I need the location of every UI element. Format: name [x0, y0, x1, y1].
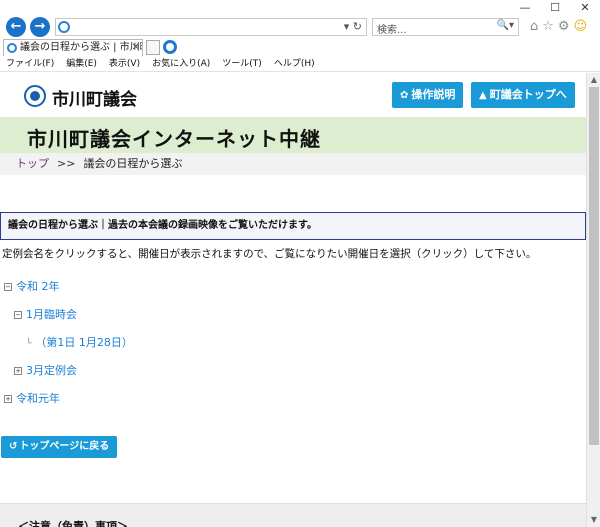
address-bar[interactable]: ▾ ↻ [55, 18, 367, 36]
maximize-button[interactable]: ☐ [540, 0, 570, 16]
expand-icon[interactable]: + [4, 395, 12, 403]
breadcrumb-current: 議会の日程から選ぶ [83, 157, 183, 170]
notice-section: ＜注意（免責）事項＞ [0, 503, 586, 527]
site-header: 市川町議会 ✿ 操作説明 ▲ 町議会トップへ [0, 73, 586, 117]
collapse-icon[interactable]: − [4, 283, 12, 291]
title-banner: 市川町議会インターネット中継 [0, 117, 586, 153]
tree-day-jan28[interactable]: └ （第1日 1月28日） [26, 334, 133, 350]
breadcrumb-home-link[interactable]: トップ [16, 157, 49, 170]
menu-file[interactable]: ファイル(F) [6, 56, 54, 71]
scroll-down-icon[interactable]: ▼ [587, 513, 600, 527]
tree-session-march-label: 3月定例会 [26, 364, 77, 377]
page-viewport: 市川町議会 ✿ 操作説明 ▲ 町議会トップへ 市川町議会インターネット中継 トップ >… [0, 73, 586, 527]
tree-session-january[interactable]: −1月臨時会 [14, 306, 77, 322]
site-name[interactable]: 市川町議会 [52, 85, 137, 110]
browser-tools: ⌂ ☆ ⚙ ☺ [530, 19, 587, 34]
tree-year-reiwa1[interactable]: + 令和元年 [4, 390, 60, 406]
banner-title: 市川町議会インターネット中継 [27, 127, 321, 151]
refresh-icon[interactable]: ▾ ↻ [344, 20, 362, 33]
tab-close-icon[interactable]: ✕ [132, 40, 140, 55]
gear-icon: ✿ [400, 90, 409, 101]
search-icon[interactable]: 🔍▾ [497, 20, 514, 31]
settings-gear-icon[interactable]: ⚙ [558, 19, 570, 34]
council-top-label: 町議会トップへ [489, 88, 567, 101]
back-arrow-icon[interactable]: ← [6, 17, 26, 37]
tree-day-jan28-label: （第1日 1月28日） [35, 336, 133, 349]
collapse-icon[interactable]: − [14, 311, 22, 319]
expand-icon[interactable]: + [14, 367, 22, 375]
tree-year-reiwa2[interactable]: − 令和 2年 [4, 278, 60, 294]
search-placeholder: 検索... [377, 25, 407, 36]
menu-view[interactable]: 表示(V) [109, 56, 140, 71]
minimize-button[interactable]: — [510, 0, 540, 16]
tree-branch-icon: └ [26, 339, 32, 349]
breadcrumb-separator: >> [57, 157, 76, 170]
search-box[interactable]: 検索... 🔍▾ [372, 18, 519, 36]
menu-tools[interactable]: ツール(T) [222, 56, 262, 71]
menu-favorites[interactable]: お気に入り(A) [152, 56, 210, 71]
tab-current[interactable]: 議会の日程から選ぶ | 市川町... ✕ [3, 39, 143, 56]
scrollbar-thumb[interactable] [589, 87, 599, 445]
town-emblem-icon[interactable] [24, 85, 46, 107]
operation-guide-label: 操作説明 [411, 88, 456, 101]
tab-title: 議会の日程から選ぶ | 市川町... [20, 42, 142, 53]
back-to-top-button[interactable]: ↺ トップページに戻る [1, 436, 118, 458]
notice-title: ＜注意（免責）事項＞ [18, 520, 128, 527]
tab-ie-icon [7, 43, 17, 53]
feedback-smiley-icon[interactable]: ☺ [574, 19, 588, 34]
ie-page-icon [58, 21, 70, 33]
browser-navigation-bar: ← → ▾ ↻ 検索... 🔍▾ ⌂ ☆ ⚙ ☺ [0, 16, 600, 38]
tree-year-reiwa1-label: 令和元年 [16, 392, 60, 405]
tree-session-march[interactable]: +3月定例会 [14, 362, 77, 378]
menu-bar: ファイル(F) 編集(E) 表示(V) お気に入り(A) ツール(T) ヘルプ(… [0, 56, 600, 72]
return-arrow-icon: ↺ [9, 441, 18, 452]
forward-arrow-icon[interactable]: → [30, 17, 50, 37]
back-to-top-label: トップページに戻る [19, 441, 110, 452]
scroll-up-icon[interactable]: ▲ [587, 73, 600, 87]
window-controls: — ☐ ✕ [510, 0, 600, 16]
tab-bar: 議会の日程から選ぶ | 市川町... ✕ [0, 38, 600, 56]
favorites-star-icon[interactable]: ☆ [542, 19, 554, 34]
new-tab-icon[interactable] [146, 40, 160, 55]
home-browser-icon[interactable]: ⌂ [530, 19, 538, 34]
operation-guide-button[interactable]: ✿ 操作説明 [392, 82, 464, 108]
section-heading: 議会の日程から選ぶ｜過去の本会議の録画映像をご覧いただけます。 [0, 212, 586, 240]
home-icon: ▲ [479, 90, 487, 101]
menu-edit[interactable]: 編集(E) [66, 56, 97, 71]
breadcrumb: トップ >> 議会の日程から選ぶ [0, 153, 586, 175]
instruction-text: 定例会名をクリックすると、開催日が表示されますので、ご覧になりたい開催日を選択（… [2, 248, 537, 260]
council-top-button[interactable]: ▲ 町議会トップへ [471, 82, 575, 108]
edge-icon[interactable] [163, 40, 177, 54]
menu-help[interactable]: ヘルプ(H) [274, 56, 315, 71]
tree-year-reiwa2-label: 令和 2年 [16, 280, 60, 293]
vertical-scrollbar[interactable]: ▲ ▼ [586, 73, 600, 527]
close-window-button[interactable]: ✕ [570, 0, 600, 16]
tree-session-january-label: 1月臨時会 [26, 308, 77, 321]
